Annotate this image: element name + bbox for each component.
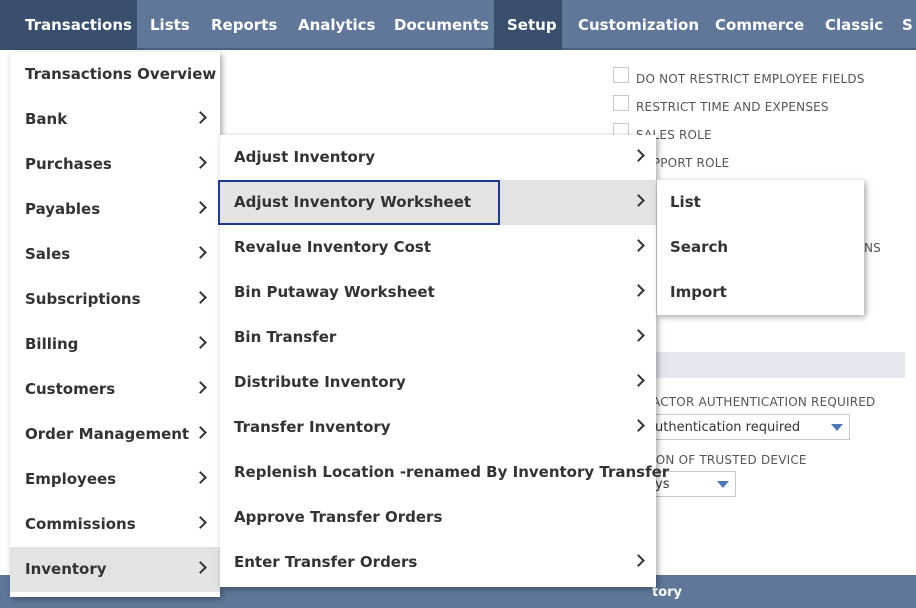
submenu-item-enter-transfer-orders[interactable]: Enter Transfer Orders — [220, 540, 656, 585]
submenu-item-replenish-location[interactable]: Replenish Location -renamed By Inventory… — [220, 450, 669, 495]
submenu-item-transfer-inventory[interactable]: Transfer Inventory — [220, 405, 656, 450]
submenu-item-label: Enter Transfer Orders — [234, 553, 418, 571]
submenu-item-bin-transfer[interactable]: Bin Transfer — [220, 315, 656, 360]
nav-tab-commerce[interactable]: Commerce — [700, 0, 810, 50]
chevron-right-icon — [194, 381, 207, 394]
top-navigation-bar: Transactions Lists Reports Analytics Doc… — [0, 0, 916, 50]
chevron-right-icon — [632, 284, 645, 297]
label-trusted-device: ION OF TRUSTED DEVICE — [652, 453, 807, 467]
checkbox-do-not-restrict[interactable] — [613, 67, 629, 83]
menu-item-purchases[interactable]: Purchases — [10, 142, 220, 187]
dropdown-arrow-icon — [717, 481, 729, 488]
chevron-right-icon — [194, 336, 207, 349]
select-two-factor[interactable]: uthentication required — [652, 414, 850, 440]
submenu-item-label: Approve Transfer Orders — [234, 508, 443, 526]
transactions-menu: Transactions Overview Bank Purchases Pay… — [10, 52, 220, 597]
submenu-item-label: Import — [670, 283, 727, 301]
menu-item-subscriptions[interactable]: Subscriptions — [10, 277, 220, 322]
nav-tab-transactions[interactable]: Transactions — [8, 0, 137, 50]
chevron-right-icon — [194, 291, 207, 304]
submenu-item-label: Adjust Inventory Worksheet — [234, 193, 472, 211]
menu-item-billing[interactable]: Billing — [10, 322, 220, 367]
chevron-right-icon — [632, 149, 645, 162]
menu-item-label: Sales — [25, 245, 71, 263]
submenu-item-approve-transfer-orders[interactable]: Approve Transfer Orders — [220, 495, 656, 540]
chevron-right-icon — [632, 419, 645, 432]
submenu-item-label: Bin Putaway Worksheet — [234, 283, 435, 301]
menu-item-commissions[interactable]: Commissions — [10, 502, 220, 547]
submenu-item-label: Search — [670, 238, 729, 256]
chevron-right-icon — [632, 554, 645, 567]
label-two-factor: ACTOR AUTHENTICATION REQUIRED — [652, 395, 876, 409]
submenu-item-distribute-inventory[interactable]: Distribute Inventory — [220, 360, 656, 405]
menu-item-payables[interactable]: Payables — [10, 187, 220, 232]
submenu-item-label: Transfer Inventory — [234, 418, 391, 436]
select-two-factor-value: uthentication required — [655, 420, 801, 435]
chevron-right-icon — [194, 516, 207, 529]
menu-item-label: Payables — [25, 200, 101, 218]
submenu-item-label: Bin Transfer — [234, 328, 337, 346]
menu-item-label: Subscriptions — [25, 290, 141, 308]
nav-tab-reports[interactable]: Reports — [195, 0, 282, 50]
chevron-right-icon — [194, 201, 207, 214]
menu-item-inventory[interactable]: Inventory — [10, 547, 220, 592]
chevron-right-icon — [632, 329, 645, 342]
nav-tab-customization[interactable]: Customization — [562, 0, 700, 50]
nav-tab-analytics[interactable]: Analytics — [282, 0, 378, 50]
submenu-item-label: Replenish Location -renamed By Inventory… — [234, 463, 670, 481]
submenu-item-import[interactable]: Import — [657, 270, 864, 315]
chevron-right-icon — [632, 374, 645, 387]
menu-item-label: Transactions Overview — [25, 65, 217, 83]
section-header-band — [655, 352, 905, 378]
submenu-item-revalue-inventory-cost[interactable]: Revalue Inventory Cost — [220, 225, 656, 270]
chevron-right-icon — [632, 239, 645, 252]
submenu-item-adjust-inventory-worksheet[interactable]: Adjust Inventory Worksheet — [218, 180, 656, 225]
chevron-right-icon — [194, 156, 207, 169]
chevron-right-icon — [194, 471, 207, 484]
nav-tab-classic[interactable]: Classic — [810, 0, 888, 50]
menu-item-transactions-overview[interactable]: Transactions Overview — [10, 52, 220, 97]
nav-tab-documents[interactable]: Documents — [378, 0, 494, 50]
submenu-item-label: Distribute Inventory — [234, 373, 406, 391]
submenu-item-adjust-inventory[interactable]: Adjust Inventory — [220, 135, 656, 180]
chevron-right-icon — [194, 246, 207, 259]
menu-item-sales[interactable]: Sales — [10, 232, 220, 277]
label-restrict-time: RESTRICT TIME AND EXPENSES — [636, 100, 829, 114]
menu-item-label: Bank — [25, 110, 68, 128]
chevron-right-icon — [194, 561, 207, 574]
dropdown-arrow-icon — [831, 424, 843, 431]
inventory-submenu: Adjust Inventory Adjust Inventory Worksh… — [218, 135, 669, 587]
nav-tab-setup[interactable]: Setup — [494, 0, 562, 50]
menu-item-order-management[interactable]: Order Management — [10, 412, 220, 457]
menu-item-bank[interactable]: Bank — [10, 97, 220, 142]
submenu-item-label: Adjust Inventory — [234, 148, 376, 166]
menu-item-label: Order Management — [25, 425, 190, 443]
submenu-item-bin-putaway-worksheet[interactable]: Bin Putaway Worksheet — [220, 270, 656, 315]
menu-item-label: Purchases — [25, 155, 112, 173]
submenu-item-label: Revalue Inventory Cost — [234, 238, 432, 256]
chevron-right-icon — [632, 194, 645, 207]
checkbox-restrict-time[interactable] — [613, 95, 629, 111]
submenu-item-list[interactable]: List — [657, 180, 864, 225]
chevron-right-icon — [194, 111, 207, 124]
nav-tab-partial[interactable]: S — [888, 0, 916, 50]
menu-item-label: Inventory — [25, 560, 107, 578]
menu-item-customers[interactable]: Customers — [10, 367, 220, 412]
submenu-item-label: List — [670, 193, 701, 211]
nav-tab-lists[interactable]: Lists — [137, 0, 195, 50]
menu-item-employees[interactable]: Employees — [10, 457, 220, 502]
nav-left-edge — [0, 0, 8, 50]
chevron-right-icon — [194, 426, 207, 439]
menu-item-label: Billing — [25, 335, 79, 353]
menu-item-label: Customers — [25, 380, 116, 398]
label-do-not-restrict: DO NOT RESTRICT EMPLOYEE FIELDS — [636, 72, 865, 86]
menu-item-label: Employees — [25, 470, 117, 488]
worksheet-submenu: List Search Import — [657, 180, 864, 315]
label-partial-ns: NS — [864, 241, 881, 255]
bottom-strip-text: tory — [652, 585, 683, 600]
menu-item-label: Commissions — [25, 515, 136, 533]
submenu-item-search[interactable]: Search — [657, 225, 864, 270]
